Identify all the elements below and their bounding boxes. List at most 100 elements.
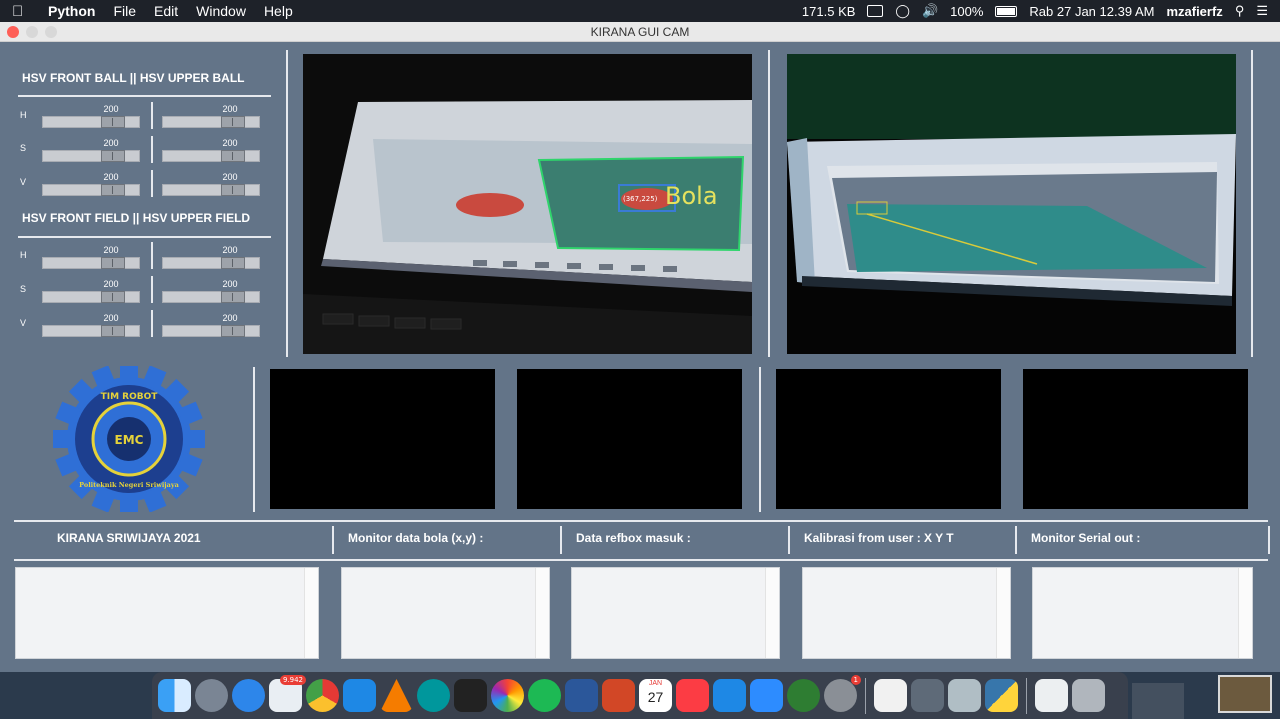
zoom-icon[interactable] — [750, 679, 783, 712]
airplay-icon[interactable]: ◯ — [895, 3, 910, 19]
mask-panel-upper-field — [1023, 369, 1248, 509]
slider-thumb[interactable] — [221, 291, 245, 303]
arduino-icon[interactable] — [417, 679, 450, 712]
upper-ball-v-slider[interactable] — [162, 184, 260, 196]
front-ball-v-slider[interactable] — [42, 184, 140, 196]
close-window-button[interactable] — [7, 26, 19, 38]
notification-center-icon[interactable]: ☰ — [1256, 3, 1268, 19]
zoom-window-button[interactable] — [45, 26, 57, 38]
logo-ring-text: Politeknik Negeri Sriwijaya — [79, 481, 179, 489]
scrollbar[interactable] — [304, 568, 318, 658]
slider-thumb[interactable] — [101, 184, 125, 196]
bbox-label: (367,225) — [623, 195, 658, 203]
menubar-user[interactable]: mzafierfz — [1166, 4, 1222, 19]
menubar-clock[interactable]: Rab 27 Jan 12.39 AM — [1029, 4, 1154, 19]
separator — [253, 367, 255, 512]
slider-thumb[interactable] — [101, 291, 125, 303]
scrollbar[interactable] — [535, 568, 549, 658]
slider-thumb[interactable] — [101, 116, 125, 128]
scrollbar[interactable] — [1238, 568, 1252, 658]
menu-extra-icon[interactable] — [867, 5, 884, 17]
preview-icon[interactable] — [948, 679, 981, 712]
slider-value: 200 — [222, 279, 238, 289]
slider-thumb[interactable] — [101, 325, 125, 337]
gpu-monitor-icon[interactable] — [787, 679, 820, 712]
slider-thumb[interactable] — [221, 325, 245, 337]
slider-thumb[interactable] — [101, 257, 125, 269]
desktop-thumbnail[interactable] — [1132, 683, 1184, 719]
front-field-h-slider[interactable] — [42, 257, 140, 269]
slider-divider — [151, 102, 153, 129]
spotlight-search-icon[interactable]: ⚲ — [1235, 3, 1245, 19]
upper-field-v-slider[interactable] — [162, 325, 260, 337]
serial-monitor-textbox[interactable] — [1032, 567, 1253, 659]
network-speed[interactable]: 171.5 KB — [802, 4, 856, 19]
upper-ball-h-slider[interactable] — [162, 116, 260, 128]
menu-edit[interactable]: Edit — [154, 3, 178, 19]
slider-thumb[interactable] — [221, 116, 245, 128]
chrome-icon[interactable] — [306, 679, 339, 712]
launchpad-icon[interactable] — [195, 679, 228, 712]
slider-divider — [151, 242, 153, 269]
calibration-textbox[interactable] — [802, 567, 1011, 659]
ball-monitor-textbox[interactable] — [341, 567, 550, 659]
safari-icon[interactable] — [232, 679, 265, 712]
front-camera-feed: (367,225) Bola — [303, 54, 752, 354]
battery-icon[interactable] — [995, 5, 1018, 17]
front-ball-h-slider[interactable] — [42, 116, 140, 128]
slider-value: 200 — [103, 313, 119, 323]
music-icon[interactable] — [676, 679, 709, 712]
apple-menu-icon[interactable]:  — [12, 3, 30, 20]
textedit-icon[interactable] — [874, 679, 907, 712]
scrollbar[interactable] — [996, 568, 1010, 658]
app-menu-python[interactable]: Python — [48, 3, 95, 19]
hsv-label-h: H — [20, 250, 27, 260]
powerpoint-icon[interactable] — [602, 679, 635, 712]
slider-thumb[interactable] — [101, 150, 125, 162]
rocket-icon[interactable] — [911, 679, 944, 712]
team-name-label: KIRANA SRIWIJAYA 2021 — [57, 531, 201, 545]
upper-field-s-slider[interactable] — [162, 291, 260, 303]
detection-label: Bola — [665, 182, 718, 210]
window-title: KIRANA GUI CAM — [590, 25, 690, 39]
desktop-thumbnail[interactable] — [1218, 675, 1272, 713]
upper-field-h-slider[interactable] — [162, 257, 260, 269]
slider-thumb[interactable] — [221, 184, 245, 196]
vscode-icon[interactable] — [343, 679, 376, 712]
minimize-window-button[interactable] — [26, 26, 38, 38]
calendar-month: JAN — [648, 680, 663, 687]
app-store-icon[interactable] — [713, 679, 746, 712]
calendar-icon[interactable]: JAN 27 — [639, 679, 672, 712]
trash-icon[interactable] — [1072, 679, 1105, 712]
spotify-icon[interactable] — [528, 679, 561, 712]
documents-icon[interactable] — [1035, 679, 1068, 712]
python-icon[interactable] — [985, 679, 1018, 712]
menu-file[interactable]: File — [113, 3, 136, 19]
finder-icon[interactable] — [158, 679, 191, 712]
mail-icon[interactable]: 9.942 — [269, 675, 306, 712]
scrollbar[interactable] — [765, 568, 779, 658]
separator — [18, 236, 271, 238]
calendar-day: 27 — [647, 689, 664, 705]
mac-menubar:  Python File Edit Window Help 171.5 KB … — [0, 0, 1280, 22]
slider-thumb[interactable] — [221, 150, 245, 162]
word-icon[interactable] — [565, 679, 598, 712]
separator — [788, 526, 790, 554]
front-ball-s-slider[interactable] — [42, 150, 140, 162]
vlc-icon[interactable] — [380, 679, 413, 712]
front-field-v-slider[interactable] — [42, 325, 140, 337]
separator — [759, 367, 761, 512]
slider-thumb[interactable] — [221, 257, 245, 269]
mask-panel-front-ball — [270, 369, 495, 509]
volume-icon[interactable]: 🔊 — [922, 3, 938, 19]
refbox-textbox[interactable] — [571, 567, 780, 659]
terminal-icon[interactable] — [454, 679, 487, 712]
team-info-textbox[interactable] — [15, 567, 319, 659]
system-preferences-icon[interactable]: 1 — [824, 675, 861, 712]
menu-help[interactable]: Help — [264, 3, 293, 19]
battery-percent[interactable]: 100% — [950, 4, 983, 19]
front-field-s-slider[interactable] — [42, 291, 140, 303]
photos-icon[interactable] — [491, 679, 524, 712]
upper-ball-s-slider[interactable] — [162, 150, 260, 162]
menu-window[interactable]: Window — [196, 3, 246, 19]
